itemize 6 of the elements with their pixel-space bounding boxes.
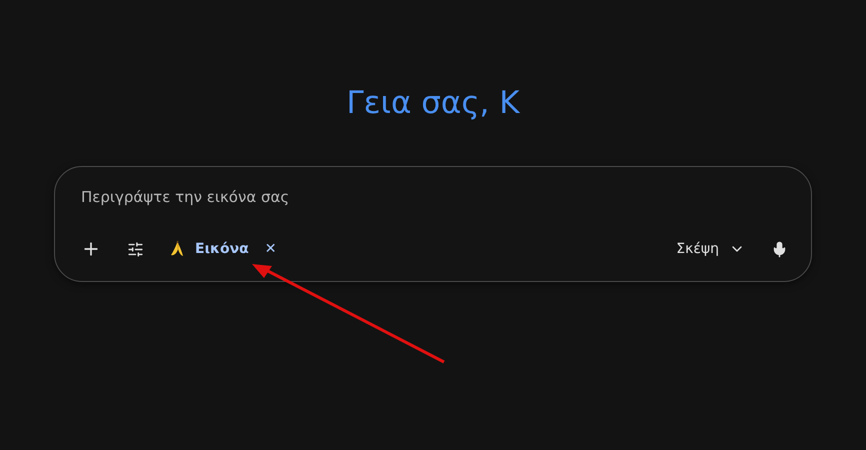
mode-dropdown[interactable]: Σκέψη [668,235,753,263]
sliders-icon [126,240,144,258]
greeting-heading: Γεια σας, Κ [346,84,520,123]
prompt-input[interactable]: Περιγράψτε την εικόνα σας [79,187,791,207]
image-chip-label[interactable]: Εικόνα [195,241,249,257]
remove-button[interactable]: ✕ [260,241,280,257]
